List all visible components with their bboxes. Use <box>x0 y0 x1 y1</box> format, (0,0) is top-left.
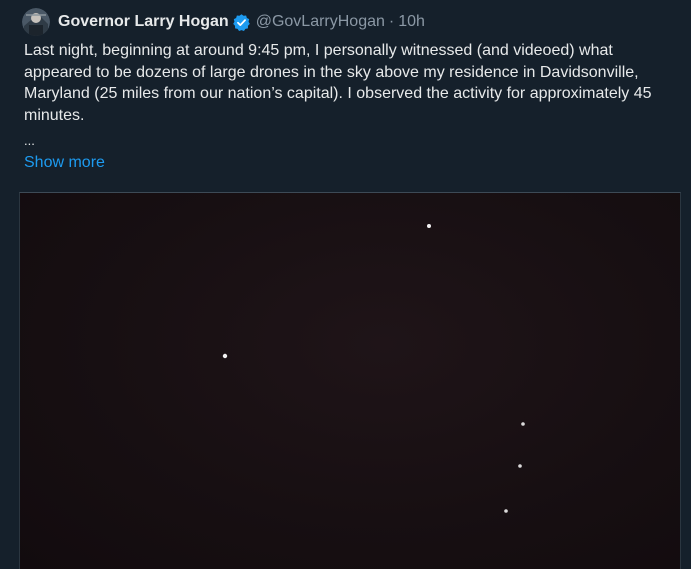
verified-badge-icon <box>232 13 251 32</box>
timestamp[interactable]: 10h <box>398 13 425 31</box>
show-more-link[interactable]: Show more <box>24 154 105 172</box>
light-point <box>504 509 508 513</box>
light-point <box>518 464 522 468</box>
user-handle[interactable]: @GovLarryHogan <box>256 13 385 31</box>
light-point <box>521 422 525 426</box>
truncation-ellipsis: ... <box>24 133 35 148</box>
light-point <box>427 224 431 228</box>
light-point <box>222 353 228 359</box>
display-name[interactable]: Governor Larry Hogan <box>58 13 229 31</box>
avatar[interactable] <box>22 8 50 36</box>
tweet-card: Governor Larry Hogan @GovLarryHogan · 10… <box>0 0 691 569</box>
tweet-text: Last night, beginning at around 9:45 pm,… <box>24 42 652 124</box>
tweet-media-video[interactable] <box>19 192 681 569</box>
night-sky-image <box>222 224 525 513</box>
separator-dot: · <box>388 13 395 30</box>
tweet-header: Governor Larry Hogan @GovLarryHogan · 10… <box>22 8 425 36</box>
